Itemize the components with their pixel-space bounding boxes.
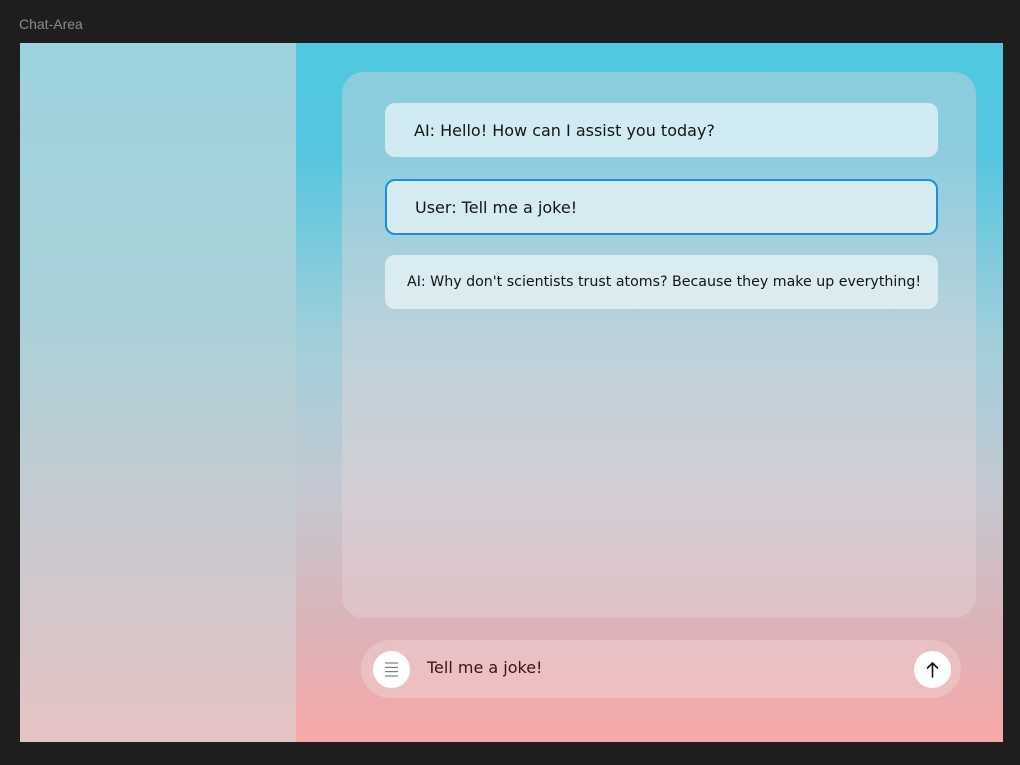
ai-message[interactable]: AI: Hello! How can I assist you today? <box>385 103 938 157</box>
message-input-bar[interactable]: Tell me a joke! <box>361 640 961 698</box>
ai-message[interactable]: AI: Why don't scientists trust atoms? Be… <box>385 255 938 309</box>
frame-label: Chat-Area <box>19 16 83 32</box>
chat-area-frame: AI: Hello! How can I assist you today? U… <box>20 43 1003 742</box>
chat-panel: AI: Hello! How can I assist you today? U… <box>342 72 976 618</box>
message-text: User: Tell me a joke! <box>415 197 578 217</box>
arrow-up-icon <box>926 662 939 678</box>
menu-button[interactable] <box>373 651 410 688</box>
sidebar <box>20 43 296 742</box>
message-input[interactable]: Tell me a joke! <box>427 658 542 677</box>
send-button[interactable] <box>914 651 951 688</box>
user-message[interactable]: User: Tell me a joke! <box>385 179 938 235</box>
message-text: AI: Why don't scientists trust atoms? Be… <box>407 274 922 290</box>
menu-icon <box>385 662 398 677</box>
message-text: AI: Hello! How can I assist you today? <box>414 120 715 140</box>
